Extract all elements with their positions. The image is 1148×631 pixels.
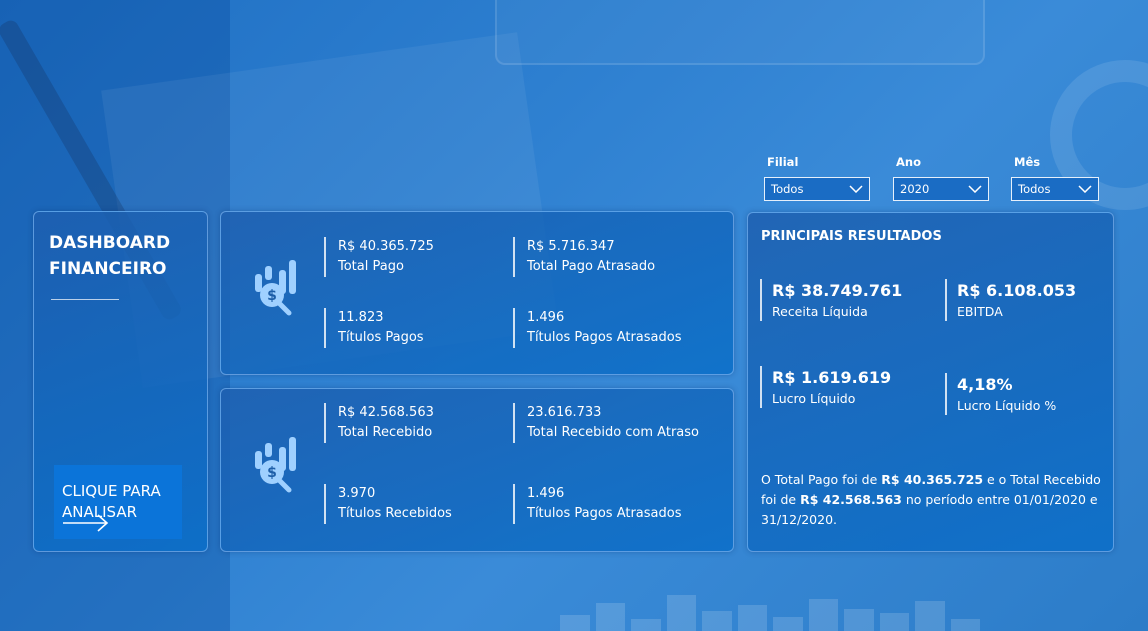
dashboard-title-line2: FINANCEIRO — [49, 259, 167, 279]
chevron-down-icon — [968, 185, 982, 193]
metric-total-pago-atrasado: R$ 5.716.347 Total Pago Atrasado — [513, 237, 655, 277]
results-summary: O Total Pago foi de R$ 40.365.725 e o To… — [761, 470, 1106, 530]
titulos-pagos-atrasados-label: Títulos Pagos Atrasados — [527, 506, 682, 521]
metric-total-recebido-atraso: 23.616.733 Total Recebido com Atraso — [513, 403, 699, 443]
total-recebido-label: Total Recebido — [338, 425, 433, 440]
receita-liquida-value: R$ 38.749.761 — [772, 281, 903, 300]
metric-titulos-pagos-atrasados: 1.496 Títulos Pagos Atrasados — [513, 484, 681, 524]
mes-select-value: Todos — [1018, 182, 1051, 196]
lucro-liquido-pct-value: 4,18% — [957, 375, 1013, 394]
total-pago-atrasado-label: Total Pago Atrasado — [527, 259, 656, 274]
lucro-liquido-pct-label: Lucro Líquido % — [957, 398, 1057, 413]
mes-label: Mês — [1014, 155, 1041, 169]
ano-filter: Ano 2020 — [893, 155, 989, 201]
ebitda-value: R$ 6.108.053 — [957, 281, 1077, 300]
title-panel: DASHBOARD FINANCEIRO CLIQUE PARA ANALISA… — [33, 211, 208, 552]
results-header: PRINCIPAIS RESULTADOS — [761, 229, 942, 244]
total-recebido-atraso-label: Total Recebido com Atraso — [527, 425, 699, 440]
svg-text:$: $ — [267, 465, 277, 481]
lucro-liquido-label: Lucro Líquido — [772, 391, 856, 406]
total-recebido-value: R$ 42.568.563 — [338, 405, 434, 420]
analyze-button-line1: CLIQUE PARA — [62, 482, 161, 500]
title-divider — [51, 299, 119, 300]
arrow-right-icon — [63, 514, 109, 532]
summary-text-1: O Total Pago foi de — [761, 472, 882, 487]
svg-text:$: $ — [267, 288, 277, 304]
titulos-recebidos-label: Títulos Recebidos — [338, 506, 452, 521]
filial-label: Filial — [767, 155, 799, 169]
metric-titulos-pagos-atrasados: 1.496 Títulos Pagos Atrasados — [513, 308, 681, 348]
titulos-pagos-atrasados-label: Títulos Pagos Atrasados — [527, 330, 682, 345]
summary-total-pago: R$ 40.365.725 — [881, 472, 984, 487]
titulos-pagos-label: Títulos Pagos — [338, 330, 424, 345]
total-recebido-atraso-value: 23.616.733 — [527, 405, 602, 420]
metric-total-recebido: R$ 42.568.563 Total Recebido — [324, 403, 434, 443]
metric-total-pago: R$ 40.365.725 Total Pago — [324, 237, 434, 277]
total-pago-label: Total Pago — [338, 259, 404, 274]
titulos-recebidos-value: 3.970 — [338, 486, 376, 501]
metric-lucro-liquido: R$ 1.619.619 Lucro Líquido — [760, 366, 891, 408]
kpi-card-paid: $ R$ 40.365.725 Total Pago R$ 5.716.347 … — [220, 211, 734, 375]
analyze-button[interactable]: CLIQUE PARA ANALISAR — [54, 465, 182, 539]
metric-ebitda: R$ 6.108.053 EBITDA — [945, 279, 1076, 321]
titulos-pagos-value: 11.823 — [338, 310, 384, 325]
metric-receita-liquida: R$ 38.749.761 Receita Líquida — [760, 279, 902, 321]
dashboard-title: DASHBOARD FINANCEIRO — [49, 230, 170, 282]
titulos-pagos-atrasados-value: 1.496 — [527, 486, 565, 501]
titulos-pagos-atrasados-value: 1.496 — [527, 310, 565, 325]
metric-titulos-pagos: 11.823 Títulos Pagos — [324, 308, 424, 348]
receita-liquida-label: Receita Líquida — [772, 304, 868, 319]
ano-label: Ano — [896, 155, 921, 169]
filial-filter: Filial Todos — [764, 155, 870, 201]
ebitda-label: EBITDA — [957, 304, 1003, 319]
lucro-liquido-value: R$ 1.619.619 — [772, 368, 892, 387]
metric-titulos-recebidos: 3.970 Títulos Recebidos — [324, 484, 452, 524]
results-card: PRINCIPAIS RESULTADOS R$ 38.749.761 Rece… — [747, 212, 1114, 552]
ano-select-value: 2020 — [900, 182, 930, 196]
total-pago-value: R$ 40.365.725 — [338, 239, 434, 254]
ano-select[interactable]: 2020 — [893, 177, 989, 201]
money-search-chart-icon: $ — [255, 260, 296, 316]
kpi-card-received: $ R$ 42.568.563 Total Recebido 23.616.73… — [220, 388, 734, 552]
mes-select[interactable]: Todos — [1011, 177, 1099, 201]
chevron-down-icon — [849, 185, 863, 193]
mes-filter: Mês Todos — [1011, 155, 1099, 201]
total-pago-atrasado-value: R$ 5.716.347 — [527, 239, 615, 254]
filial-select[interactable]: Todos — [764, 177, 870, 201]
filial-select-value: Todos — [771, 182, 804, 196]
dashboard-title-line1: DASHBOARD — [49, 233, 171, 253]
summary-total-recebido: R$ 42.568.563 — [800, 492, 902, 507]
metric-lucro-liquido-pct: 4,18% Lucro Líquido % — [945, 373, 1056, 415]
chevron-down-icon — [1078, 185, 1092, 193]
money-search-chart-icon: $ — [255, 437, 296, 493]
